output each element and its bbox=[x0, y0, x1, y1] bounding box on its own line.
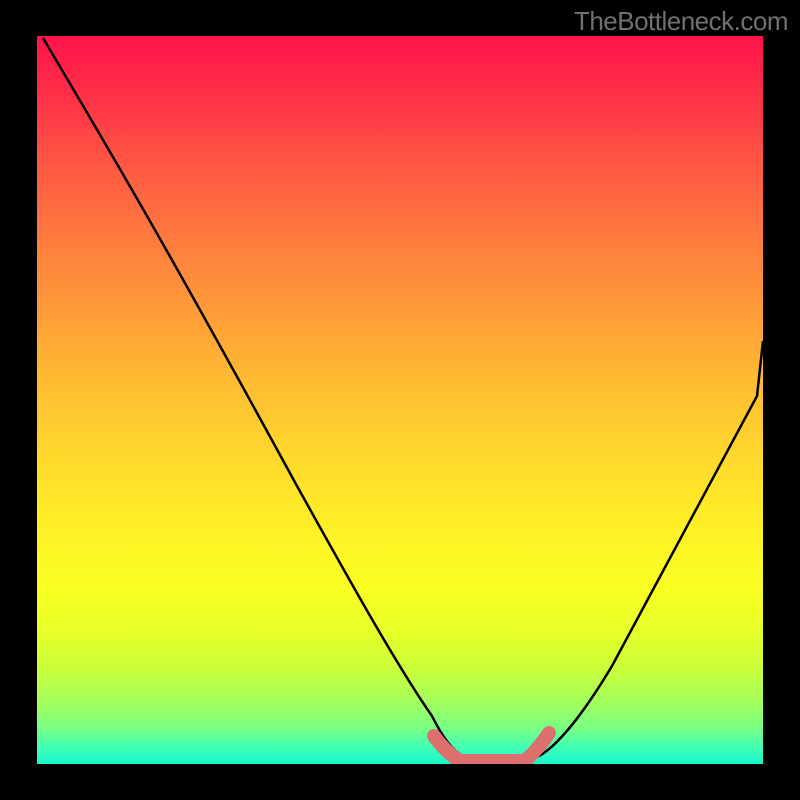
chart-svg bbox=[37, 36, 763, 764]
curve-path bbox=[43, 38, 763, 762]
highlight-left bbox=[434, 736, 457, 759]
chart-plot-area bbox=[37, 36, 763, 764]
highlight-right bbox=[527, 733, 549, 759]
watermark-text: TheBottleneck.com bbox=[574, 6, 788, 37]
